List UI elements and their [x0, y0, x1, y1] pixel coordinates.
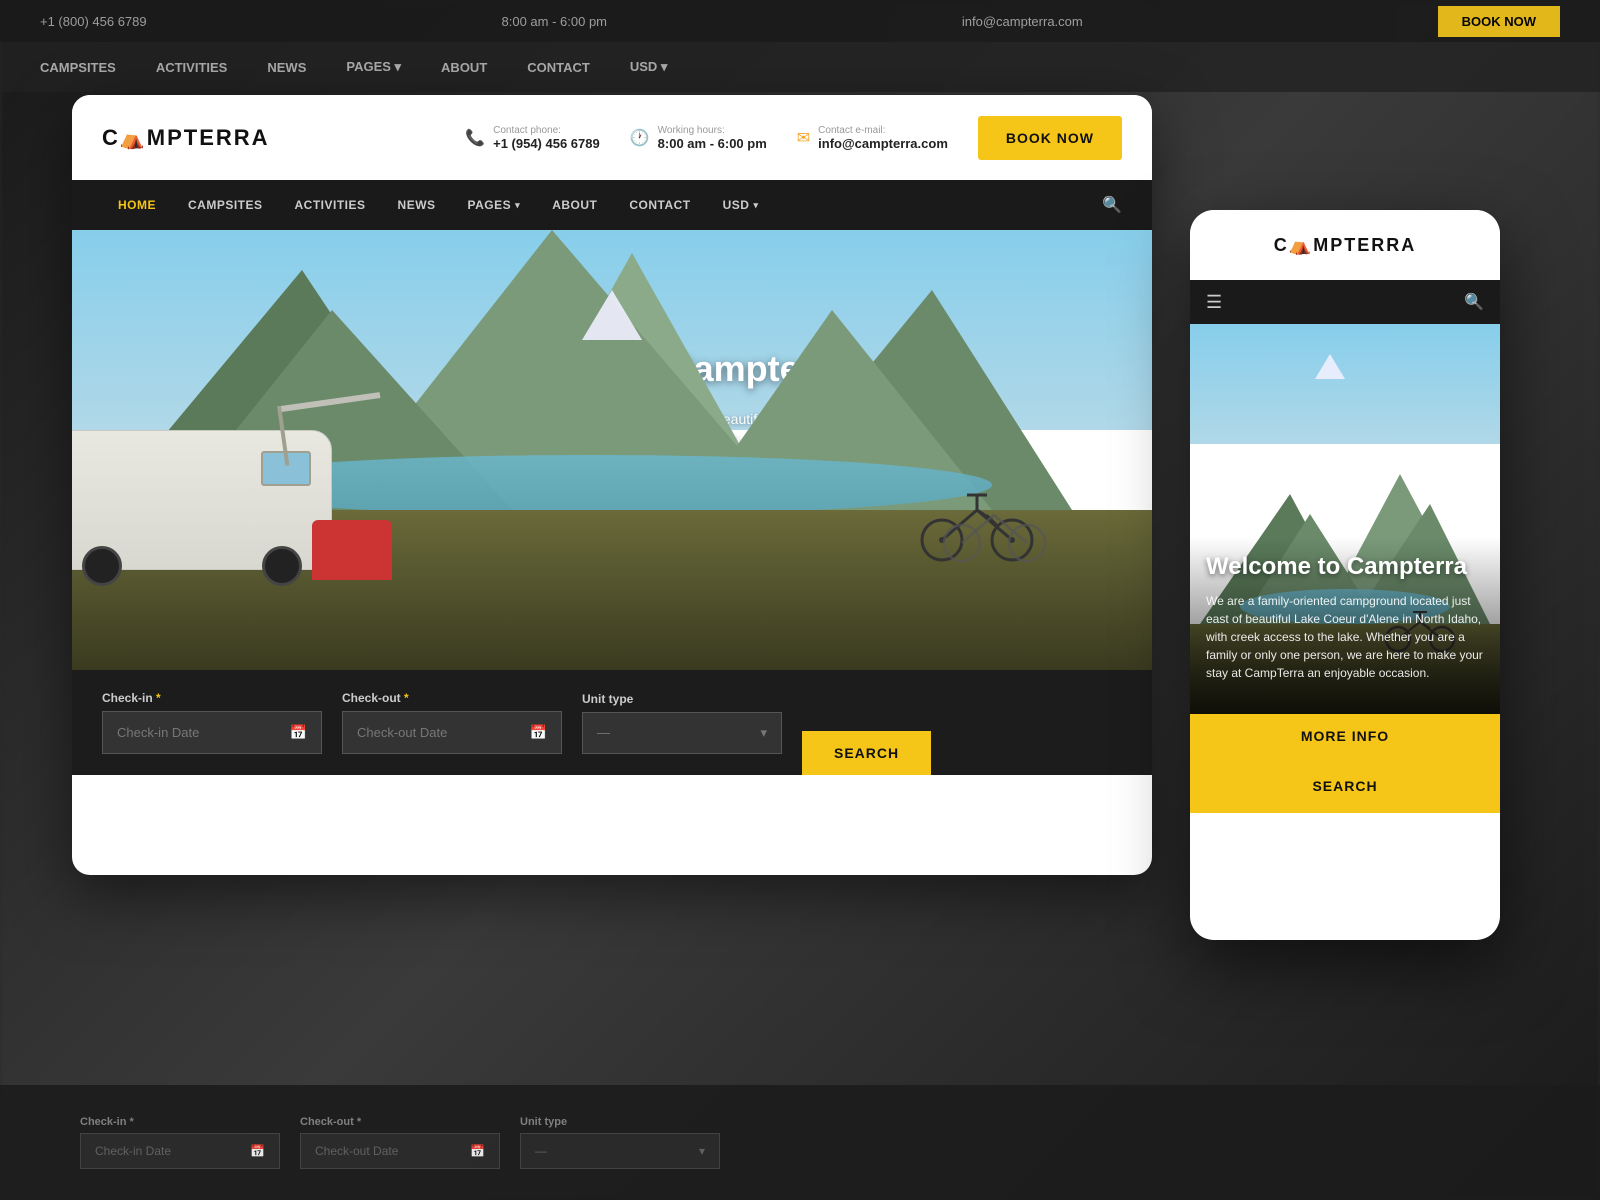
mobile-header: C⛺MPTERRA: [1190, 210, 1500, 280]
unittype-field: Unit type — ▾: [582, 692, 782, 754]
mobile-bottom-bar: SEARCH: [1190, 758, 1500, 813]
email-icon: ✉: [797, 128, 810, 148]
checkin-input[interactable]: Check-in Date 📅: [102, 711, 322, 754]
bg-nav-about: ABOUT: [441, 60, 487, 75]
bg-nav-news: NEWS: [267, 60, 306, 75]
header-info: 📞 Contact phone: +1 (954) 456 6789 🕐 Wor…: [465, 116, 1122, 160]
mobile-logo: C⛺MPTERRA: [1274, 235, 1416, 256]
bg-phone: +1 (800) 456 6789: [40, 14, 147, 29]
nav-items: HOME CAMPSITES ACTIVITIES NEWS PAGES ▾ A…: [102, 180, 775, 230]
hamburger-icon[interactable]: ☰: [1206, 292, 1222, 313]
bg-hours: 8:00 am - 6:00 pm: [502, 14, 608, 29]
mobile-search-icon[interactable]: 🔍: [1464, 292, 1484, 312]
car-top: [312, 520, 392, 580]
checkout-required: *: [401, 691, 409, 705]
nav-contact[interactable]: CONTACT: [613, 180, 706, 230]
bg-checkin-group: Check-in * Check-in Date 📅: [80, 1116, 280, 1169]
clock-icon: 🕐: [630, 128, 650, 148]
mobile-hero-content: Welcome to Campterra We are a family-ori…: [1190, 537, 1500, 714]
nav-home[interactable]: HOME: [102, 180, 172, 230]
bg-checkin-input: Check-in Date 📅: [80, 1133, 280, 1169]
mobile-sky: [1190, 324, 1500, 444]
bg-checkout-input: Check-out Date 📅: [300, 1133, 500, 1169]
bg-nav-contact: CONTACT: [527, 60, 590, 75]
nav-search-icon[interactable]: 🔍: [1102, 195, 1122, 215]
bg-booking-bar: Check-in * Check-in Date 📅 Check-out * C…: [0, 1085, 1600, 1200]
nav-about[interactable]: ABOUT: [536, 180, 613, 230]
bg-checkout-label: Check-out *: [300, 1116, 500, 1128]
checkout-field: Check-out * Check-out Date 📅: [342, 691, 562, 754]
main-nav: HOME CAMPSITES ACTIVITIES NEWS PAGES ▾ A…: [72, 180, 1152, 230]
phone-text: Contact phone: +1 (954) 456 6789: [493, 125, 600, 151]
checkin-field: Check-in * Check-in Date 📅: [102, 691, 322, 754]
nav-campsites[interactable]: CAMPSITES: [172, 180, 279, 230]
van-wheel-back: [82, 546, 122, 586]
checkin-label: Check-in *: [102, 691, 322, 705]
bg-email: info@campterra.com: [962, 14, 1083, 29]
phone-label: Contact phone:: [493, 125, 600, 136]
mobile-search-label: SEARCH: [1312, 778, 1377, 794]
van-wheel-front: [262, 546, 302, 586]
hours-value: 8:00 am - 6:00 pm: [658, 136, 767, 151]
snow-cap: [582, 290, 642, 340]
mobile-tent-icon: ⛺: [1289, 235, 1313, 255]
checkout-calendar-icon: 📅: [530, 724, 547, 741]
bg-unittype-group: Unit type — ▾: [520, 1116, 720, 1169]
search-button[interactable]: SEARCH: [802, 731, 931, 775]
mobile-more-info-button[interactable]: MORE INFO: [1190, 714, 1500, 758]
email-value: info@campterra.com: [818, 136, 948, 151]
nav-pages[interactable]: PAGES ▾: [452, 180, 537, 230]
checkin-required: *: [153, 691, 161, 705]
site-logo: C⛺MPTERRA: [102, 125, 270, 151]
bg-top-bar: +1 (800) 456 6789 8:00 am - 6:00 pm info…: [0, 0, 1600, 42]
nav-usd[interactable]: USD ▾: [707, 180, 775, 230]
bg-checkin-label: Check-in *: [80, 1116, 280, 1128]
bg-checkout-group: Check-out * Check-out Date 📅: [300, 1116, 500, 1169]
usd-dropdown-arrow: ▾: [753, 200, 758, 211]
mobile-card: C⛺MPTERRA ☰ 🔍: [1190, 210, 1500, 940]
contact-email-item: ✉ Contact e-mail: info@campterra.com: [797, 125, 948, 151]
email-label: Contact e-mail:: [818, 125, 948, 136]
hours-label: Working hours:: [658, 125, 767, 136]
bg-nav-pages: PAGES ▾: [346, 59, 401, 75]
book-now-button[interactable]: BOOK NOW: [978, 116, 1122, 160]
tent-icon: ⛺: [120, 128, 147, 150]
van-container: [72, 430, 332, 570]
phone-icon: 📞: [465, 128, 485, 148]
checkout-label: Check-out *: [342, 691, 562, 705]
bg-unittype-label: Unit type: [520, 1116, 720, 1128]
working-hours-item: 🕐 Working hours: 8:00 am - 6:00 pm: [630, 125, 767, 151]
contact-phone-item: 📞 Contact phone: +1 (954) 456 6789: [465, 125, 600, 151]
bg-nav-usd: USD ▾: [630, 59, 668, 75]
bg-unittype-input: — ▾: [520, 1133, 720, 1169]
nav-news[interactable]: NEWS: [382, 180, 452, 230]
pages-dropdown-arrow: ▾: [515, 200, 520, 211]
checkin-calendar-icon: 📅: [290, 724, 307, 741]
site-header: C⛺MPTERRA 📞 Contact phone: +1 (954) 456 …: [72, 95, 1152, 180]
bg-book-btn[interactable]: BOOK NOW: [1438, 6, 1560, 37]
mobile-snow: [1315, 354, 1345, 379]
desktop-card: C⛺MPTERRA 📞 Contact phone: +1 (954) 456 …: [72, 95, 1152, 875]
bg-nav-activities: ACTIVITIES: [156, 60, 228, 75]
bikes-container: [912, 465, 1092, 570]
unittype-dropdown-arrow: ▾: [760, 725, 767, 741]
mobile-hero-title: Welcome to Campterra: [1206, 553, 1484, 582]
mobile-hero: Welcome to Campterra We are a family-ori…: [1190, 324, 1500, 714]
phone-value: +1 (954) 456 6789: [493, 136, 600, 151]
booking-bar: Check-in * Check-in Date 📅 Check-out * C…: [72, 670, 1152, 775]
hours-text: Working hours: 8:00 am - 6:00 pm: [658, 125, 767, 151]
hero-section: Welcome to Campterra We are a family-ori…: [72, 230, 1152, 670]
checkout-input[interactable]: Check-out Date 📅: [342, 711, 562, 754]
mobile-nav: ☰ 🔍: [1190, 280, 1500, 324]
unittype-label: Unit type: [582, 692, 782, 706]
nav-activities[interactable]: ACTIVITIES: [279, 180, 382, 230]
bg-nav-campsites: CAMPSITES: [40, 60, 116, 75]
mobile-hero-description: We are a family-oriented campground loca…: [1206, 592, 1484, 682]
bg-nav-bar: CAMPSITES ACTIVITIES NEWS PAGES ▾ ABOUT …: [0, 42, 1600, 92]
email-text: Contact e-mail: info@campterra.com: [818, 125, 948, 151]
bikes-svg: [912, 465, 1092, 565]
unittype-select[interactable]: — ▾: [582, 712, 782, 754]
